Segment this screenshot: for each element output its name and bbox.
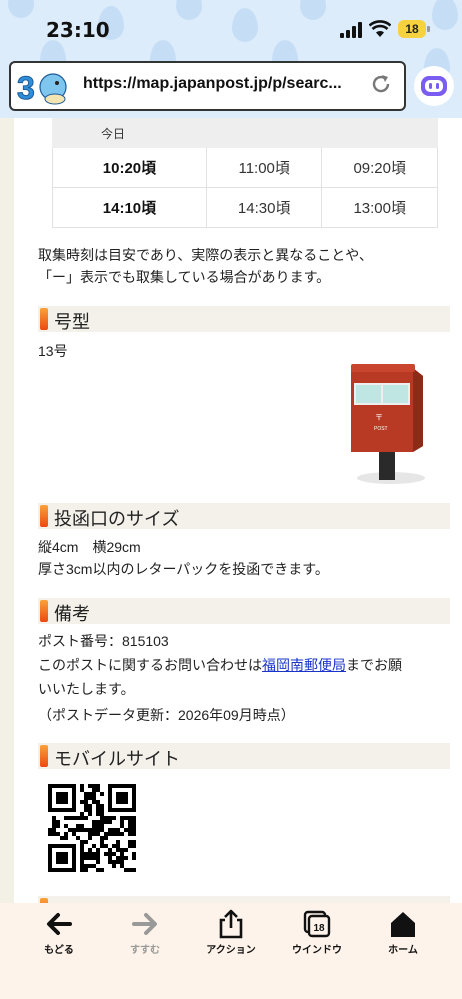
windows-icon: 18: [303, 910, 331, 938]
collection-time-table: 今日 10:20頃 11:00頃 09:20頃 14:10頃 14:30頃 13…: [52, 118, 438, 228]
windows-button[interactable]: 18 ウインドウ: [277, 909, 357, 959]
status-bar: 23:10 18: [0, 0, 462, 58]
section-next: [38, 896, 450, 903]
page-left-margin: [0, 118, 14, 903]
model-value: 13号: [38, 343, 68, 359]
section-title: 投函口のサイズ: [54, 509, 180, 529]
contact-text-cont: いいたします。: [38, 681, 135, 697]
table-cell: 09:20頃: [321, 147, 438, 188]
browser-header: 23:10 18 3 https://map.japanpost.jp/p/se…: [0, 0, 462, 118]
section-mobile: モバイルサイト: [38, 743, 450, 769]
arrow-left-icon: [47, 913, 72, 935]
qr-code-icon: [48, 784, 136, 872]
table-cell: 10:20頃: [52, 147, 207, 188]
url-text[interactable]: https://map.japanpost.jp/p/searc...: [83, 75, 342, 93]
section-marker-icon: [40, 505, 48, 527]
browser-toolbar: もどる すすむ アクション 18 ウインドウ ホーム: [0, 903, 462, 999]
page-content: 今日 10:20頃 11:00頃 09:20頃 14:10頃 14:30頃 13…: [14, 118, 462, 903]
section-marker-icon: [40, 745, 48, 767]
table-cell: 14:10頃: [52, 187, 207, 228]
cellular-signal-icon: [340, 22, 362, 38]
section-marker-icon: [40, 600, 48, 622]
note-line: 「ー」表示でも取集している場合があります。: [38, 269, 331, 285]
table-cell: 11:00頃: [205, 147, 323, 188]
forward-button[interactable]: すすむ: [105, 909, 185, 959]
home-button[interactable]: ホーム: [363, 909, 443, 959]
arrow-right-icon: [132, 913, 157, 935]
data-update-note: （ポストデータ更新：2026年09月時点）: [38, 707, 295, 723]
section-title: 備考: [54, 604, 90, 624]
post-office-link[interactable]: 福岡南郵便局: [262, 657, 346, 673]
section-marker-icon: [40, 308, 48, 330]
slot-size-note: 厚さ3cm以内のレターパックを投函できます。: [38, 561, 329, 577]
ai-assistant-icon[interactable]: [414, 66, 454, 106]
table-cell: 14:30頃: [205, 187, 323, 228]
battery-indicator: 18: [398, 20, 430, 38]
back-button[interactable]: もどる: [19, 909, 99, 959]
collection-note: 取集時刻は目安であり、実際の表示と異なることや、 「ー」表示でも取集している場合…: [38, 244, 438, 288]
today-header: 今日: [52, 118, 207, 148]
wifi-icon: [369, 20, 391, 37]
reload-icon[interactable]: [369, 72, 393, 96]
section-slot-size: 投函口のサイズ: [38, 503, 450, 529]
slot-size-dimensions: 縦4cm 横29cm: [38, 539, 141, 555]
app-logo-icon: 3: [17, 70, 67, 107]
svg-text:3: 3: [17, 70, 35, 106]
postbox-label: POST: [374, 426, 388, 432]
postbox-image: 〒 POST: [351, 364, 425, 484]
section-title: 号型: [54, 312, 90, 332]
post-number: ポスト番号：815103: [38, 633, 169, 649]
toolbar-label: もどる: [44, 945, 74, 956]
toolbar-label: すすむ: [130, 945, 160, 956]
contact-text: このポストに関するお問い合わせは福岡南郵便局までお願: [38, 657, 402, 673]
section-remarks: 備考: [38, 598, 450, 624]
home-icon: [391, 912, 415, 937]
table-row: 10:20頃 11:00頃 09:20頃: [52, 147, 438, 188]
action-button[interactable]: アクション: [191, 909, 271, 959]
note-line: 取集時刻は目安であり、実際の表示と異なることや、: [38, 247, 373, 263]
section-title: モバイルサイト: [54, 749, 180, 769]
svg-text:〒: 〒: [375, 413, 383, 422]
table-header-row: 今日: [52, 118, 438, 148]
table-cell: 13:00頃: [321, 187, 438, 228]
clock: 23:10: [46, 18, 110, 42]
share-icon: [219, 909, 243, 939]
address-bar[interactable]: 3 https://map.japanpost.jp/p/searc...: [9, 61, 406, 111]
toolbar-label: アクション: [206, 945, 256, 956]
section-model: 号型: [38, 306, 450, 332]
toolbar-label: ホーム: [388, 945, 418, 956]
toolbar-label: ウインドウ: [292, 945, 342, 956]
table-row: 14:10頃 14:30頃 13:00頃: [52, 187, 438, 228]
windows-count: 18: [313, 923, 325, 934]
